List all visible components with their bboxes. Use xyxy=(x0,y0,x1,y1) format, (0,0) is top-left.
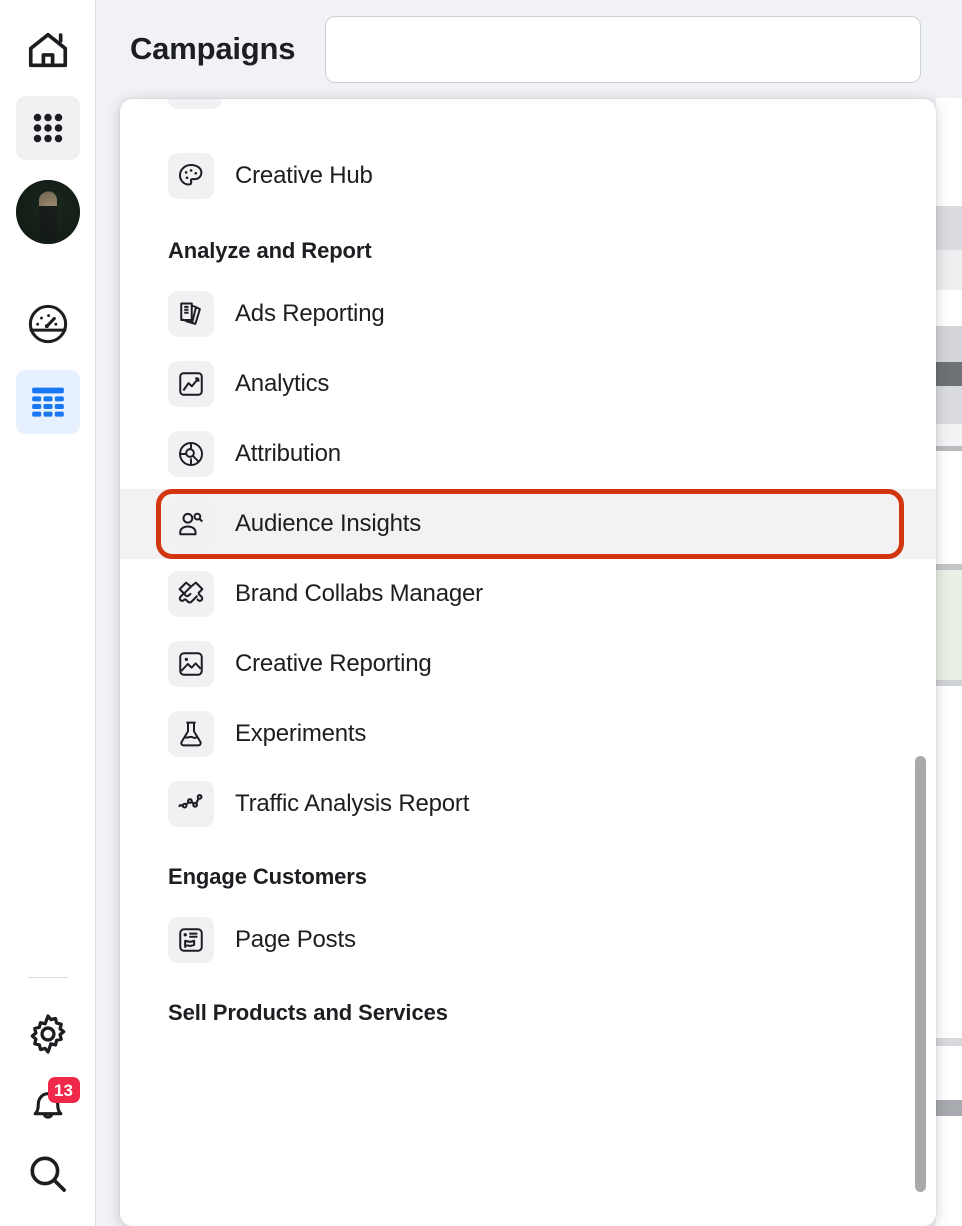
rail-item-settings[interactable] xyxy=(16,1002,80,1066)
tools-flyout-panel: Creative Hub Analyze and Report Ads Repo… xyxy=(120,99,936,1226)
avatar-overlay xyxy=(15,180,80,244)
menu-item-creative-hub[interactable]: Creative Hub xyxy=(120,141,936,211)
page-header: Campaigns xyxy=(96,0,962,98)
cut-off-menu-item xyxy=(168,99,222,109)
menu-item-creative-reporting[interactable]: Creative Reporting xyxy=(120,629,936,699)
tools-menu: Creative Hub Analyze and Report Ads Repo… xyxy=(120,141,936,1041)
menu-item-label: Creative Reporting xyxy=(235,650,432,677)
menu-item-label: Creative Hub xyxy=(235,162,373,189)
people-search-icon xyxy=(168,501,214,547)
menu-section-analyze-and-report: Analyze and Report xyxy=(168,238,372,263)
menu-item-page-posts[interactable]: Page Posts xyxy=(120,905,936,975)
grid-apps-icon xyxy=(30,110,66,146)
menu-item-label: Attribution xyxy=(235,440,341,467)
panel-scrollbar-track[interactable] xyxy=(915,99,932,1226)
app-root: 13 Campaigns Creative Hub Analyze and Re… xyxy=(0,0,962,1226)
sliver-band xyxy=(936,686,962,1038)
sliver-band xyxy=(936,362,962,386)
speedometer-icon xyxy=(25,301,71,347)
gear-icon xyxy=(25,1011,71,1057)
left-rail: 13 xyxy=(0,0,96,1226)
menu-item-label: Page Posts xyxy=(235,926,356,953)
avatar[interactable] xyxy=(15,180,80,244)
image-icon xyxy=(168,641,214,687)
donut-magnifier-icon xyxy=(168,431,214,477)
page-post-icon xyxy=(168,917,214,963)
rail-divider xyxy=(27,977,68,978)
sliver-band xyxy=(936,250,962,290)
menu-item-analytics[interactable]: Analytics xyxy=(120,349,936,419)
background-page-sliver xyxy=(936,98,962,1226)
node-graph-icon xyxy=(168,781,214,827)
menu-item-label: Ads Reporting xyxy=(235,300,385,327)
menu-item-audience-insights[interactable]: Audience Insights xyxy=(120,489,936,559)
panel-scrollbar-thumb[interactable] xyxy=(915,756,926,1192)
handshake-icon xyxy=(168,571,214,617)
chart-line-box-icon xyxy=(168,361,214,407)
menu-section-engage-customers: Engage Customers xyxy=(168,864,367,889)
palette-icon xyxy=(168,153,214,199)
sliver-band xyxy=(936,386,962,424)
rail-item-all-tools[interactable] xyxy=(15,96,80,160)
flask-icon xyxy=(168,711,214,757)
rail-item-search[interactable] xyxy=(16,1142,80,1206)
menu-item-traffic-analysis-report[interactable]: Traffic Analysis Report xyxy=(120,769,936,839)
documents-icon xyxy=(168,291,214,337)
magnifier-icon xyxy=(25,1151,71,1197)
sliver-band xyxy=(936,1038,962,1046)
notification-badge: 13 xyxy=(47,1077,80,1103)
menu-section-sell-products-and-services: Sell Products and Services xyxy=(168,1000,448,1025)
sliver-band xyxy=(936,424,962,446)
menu-item-label: Analytics xyxy=(235,370,330,397)
menu-item-label: Audience Insights xyxy=(235,510,422,537)
rail-item-home[interactable] xyxy=(16,18,80,82)
rail-item-notifications[interactable]: 13 xyxy=(16,1072,80,1136)
sliver-band xyxy=(936,326,962,362)
menu-item-ads-reporting[interactable]: Ads Reporting xyxy=(120,279,936,349)
search-input[interactable] xyxy=(325,15,922,83)
page-title: Campaigns xyxy=(130,31,296,66)
rail-item-table-view[interactable] xyxy=(15,370,80,434)
menu-item-experiments[interactable]: Experiments xyxy=(120,699,936,769)
sliver-band xyxy=(936,1100,962,1116)
panel-scroll-area[interactable]: Creative Hub Analyze and Report Ads Repo… xyxy=(120,99,936,1226)
menu-item-label: Brand Collabs Manager xyxy=(235,580,483,607)
menu-item-label: Experiments xyxy=(235,720,367,747)
menu-item-attribution[interactable]: Attribution xyxy=(120,419,936,489)
table-icon xyxy=(28,382,68,422)
menu-item-brand-collabs-manager[interactable]: Brand Collabs Manager xyxy=(120,559,936,629)
sliver-band xyxy=(936,570,962,680)
menu-item-label: Traffic Analysis Report xyxy=(235,790,470,817)
rail-item-dashboard[interactable] xyxy=(16,292,80,356)
home-icon xyxy=(25,27,71,73)
sliver-band xyxy=(936,451,962,564)
sliver-band xyxy=(936,206,962,250)
